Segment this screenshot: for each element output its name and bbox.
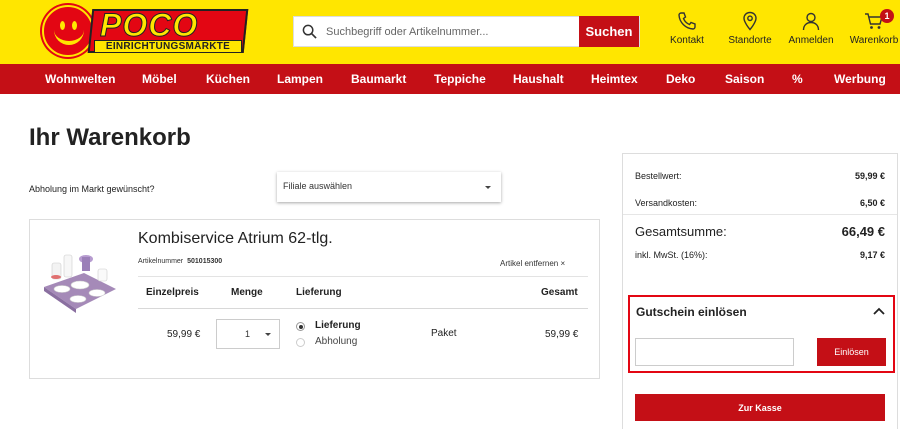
shipping-label: Versandkosten: (635, 198, 698, 208)
nav-item-lampen[interactable]: Lampen (277, 64, 323, 94)
unit-price: 59,99 € (167, 329, 201, 340)
product-name[interactable]: Kombiservice Atrium 62-tlg. (138, 230, 333, 248)
kontakt-label: Kontakt (670, 35, 704, 46)
nav-item-teppiche[interactable]: Teppiche (434, 64, 486, 94)
quantity-select[interactable]: 1 (216, 319, 280, 349)
store-select[interactable]: Filiale auswählen (277, 172, 501, 202)
warenkorb-label: Warenkorb (849, 35, 899, 46)
checkout-button[interactable]: Zur Kasse (635, 394, 885, 421)
location-pin-icon (743, 11, 757, 31)
total-value: 66,49 € (841, 224, 885, 239)
nav-item-haushalt[interactable]: Haushalt (513, 64, 564, 94)
search-icon (302, 24, 317, 39)
search-button[interactable]: Suchen (579, 16, 639, 47)
line-total: 59,99 € (545, 329, 579, 340)
chevron-down-icon (265, 333, 271, 336)
pickup-label: Abholung im Markt gewünscht? (29, 184, 155, 194)
table-divider (138, 276, 588, 277)
header-delivery: Lieferung (296, 287, 342, 298)
quantity-value: 1 (245, 329, 251, 339)
summary-divider (623, 214, 897, 215)
logo-text: POCO (99, 7, 199, 44)
search-bar: Suchen (293, 16, 640, 47)
table-divider (138, 308, 588, 309)
store-select-value: Filiale auswählen (283, 181, 353, 191)
article-number-label: Artikelnummer (138, 258, 184, 265)
delivery-type: Paket (431, 328, 457, 339)
cart-item-card: Kombiservice Atrium 62-tlg. Artikelnumme… (29, 219, 600, 379)
header: POCO EINRICHTUNGSMÄRKTE Suchen Kontakt S… (0, 0, 900, 64)
delivery-option-label[interactable]: Lieferung (315, 320, 361, 331)
total-row: Gesamtsumme: 66,49 € (635, 224, 885, 239)
main-navigation: Wohnwelten Möbel Küchen Lampen Baumarkt … (0, 64, 900, 94)
shipping-value: 6,50 € (859, 198, 885, 208)
logo-subtext: EINRICHTUNGSMÄRKTE (94, 40, 242, 53)
nav-item-kuechen[interactable]: Küchen (206, 64, 250, 94)
user-icon (802, 12, 820, 31)
nav-item-heimtex[interactable]: Heimtex (591, 64, 638, 94)
chevron-up-icon[interactable] (873, 307, 885, 315)
delivery-radio[interactable] (296, 322, 305, 331)
nav-item-prozent[interactable]: % (792, 64, 803, 94)
voucher-code-input[interactable] (635, 338, 794, 366)
vat-value: 9,17 € (859, 250, 885, 260)
anmelden-link[interactable]: Anmelden (781, 11, 841, 46)
product-image (44, 254, 116, 313)
nav-item-werbung[interactable]: Werbung (834, 64, 886, 94)
header-total: Gesamt (541, 287, 578, 298)
total-label: Gesamtsumme: (635, 224, 727, 239)
order-value-row: Bestellwert: 59,99 € (635, 171, 885, 181)
nav-item-saison[interactable]: Saison (725, 64, 764, 94)
redeem-voucher-button[interactable]: Einlösen (817, 338, 886, 366)
article-number-line: Artikelnummer 501015300 (138, 258, 222, 265)
cart-count-badge: 1 (880, 9, 894, 23)
phone-icon (678, 12, 696, 30)
warenkorb-link[interactable]: 1 Warenkorb (844, 9, 900, 46)
kontakt-link[interactable]: Kontakt (657, 11, 717, 46)
standorte-label: Standorte (728, 35, 772, 46)
shipping-row: Versandkosten: 6,50 € (635, 198, 885, 208)
order-value-label: Bestellwert: (635, 171, 682, 181)
nav-item-wohnwelten[interactable]: Wohnwelten (45, 64, 115, 94)
anmelden-label: Anmelden (788, 35, 834, 46)
voucher-title[interactable]: Gutschein einlösen (636, 305, 747, 319)
nav-item-moebel[interactable]: Möbel (142, 64, 177, 94)
nav-item-baumarkt[interactable]: Baumarkt (351, 64, 406, 94)
voucher-panel: Gutschein einlösen Einlösen (628, 295, 895, 373)
order-summary: Bestellwert: 59,99 € Versandkosten: 6,50… (622, 153, 898, 429)
order-value: 59,99 € (854, 171, 885, 181)
vat-row: inkl. MwSt. (16%): 9,17 € (635, 250, 885, 260)
chevron-down-icon (485, 186, 491, 189)
smiley-logo-icon (42, 5, 94, 57)
standorte-link[interactable]: Standorte (720, 11, 780, 46)
header-price: Einzelpreis (146, 287, 199, 298)
pickup-radio[interactable] (296, 338, 305, 347)
article-number: 501015300 (187, 258, 223, 265)
header-qty: Menge (231, 287, 263, 298)
vat-label: inkl. MwSt. (16%): (635, 250, 708, 260)
remove-item-link[interactable]: Artikel entfernen × (500, 259, 565, 268)
page-title: Ihr Warenkorb (29, 124, 191, 151)
poco-logo[interactable]: POCO EINRICHTUNGSMÄRKTE (42, 5, 249, 57)
pickup-option-label[interactable]: Abholung (315, 336, 357, 347)
nav-item-deko[interactable]: Deko (666, 64, 695, 94)
search-input[interactable] (326, 17, 578, 46)
